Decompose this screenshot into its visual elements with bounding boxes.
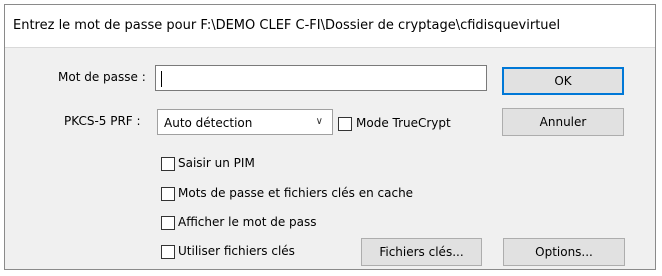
truecrypt-checkbox[interactable] [338,117,352,131]
chevron-down-icon: ∨ [315,116,323,127]
keyfiles-label: Utiliser fichiers clés [178,244,295,258]
title-bar: Entrez le mot de passe pour F:\DEMO CLEF… [5,5,655,48]
cache-label: Mots de passe et fichiers clés en cache [178,186,414,200]
password-label: Mot de passe : [58,70,146,84]
keyfiles-checkbox[interactable] [161,245,175,259]
keyfiles-button[interactable]: Fichiers clés... [361,238,482,266]
pim-label: Saisir un PIM [178,156,255,170]
password-dialog: Entrez le mot de passe pour F:\DEMO CLEF… [4,4,656,270]
show-password-label: Afficher le mot de pass [178,215,317,229]
cancel-button[interactable]: Annuler [502,108,624,136]
show-password-checkbox[interactable] [161,216,175,230]
options-button[interactable]: Options... [503,238,625,266]
prf-label: PKCS-5 PRF : [64,114,141,128]
cache-checkbox[interactable] [161,187,175,201]
dialog-title: Entrez le mot de passe pour F:\DEMO CLEF… [13,18,561,33]
prf-selected-value: Auto détection [164,116,253,130]
ok-button[interactable]: OK [502,67,624,95]
password-input[interactable] [155,65,487,91]
pim-checkbox[interactable] [161,157,175,171]
text-caret [161,71,162,87]
truecrypt-label: Mode TrueCrypt [356,116,451,130]
prf-select[interactable]: Auto détection ∨ [157,109,333,135]
